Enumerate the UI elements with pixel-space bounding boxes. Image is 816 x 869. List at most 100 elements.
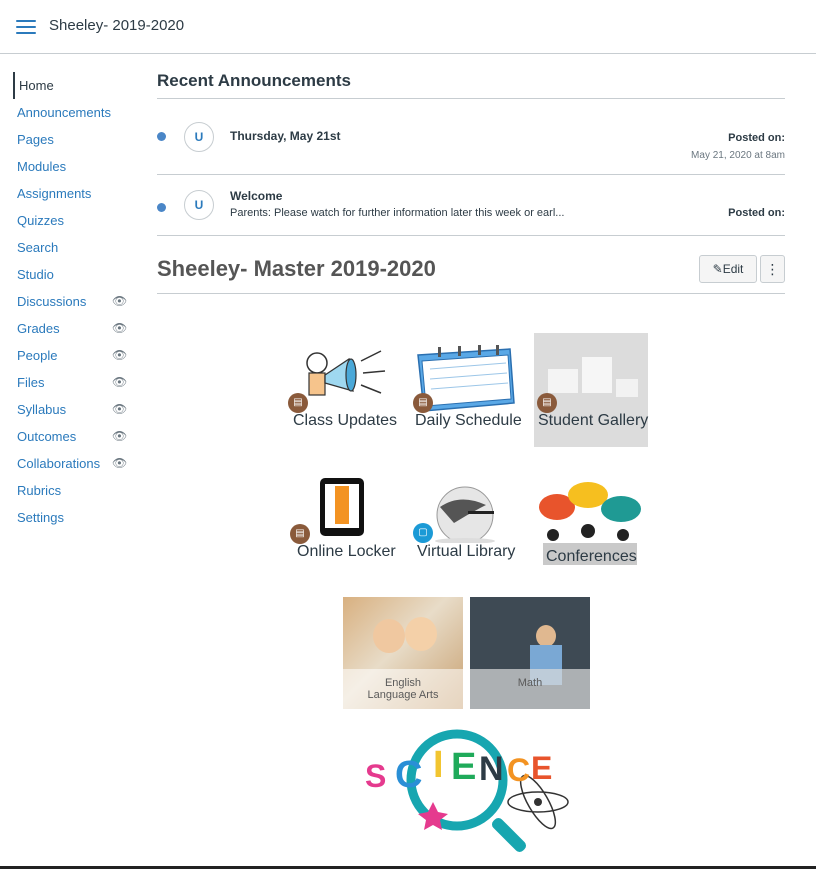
document-icon: ▤ [413,393,433,413]
math-tile[interactable]: Math [470,597,590,709]
nav-item-label: People [17,348,58,363]
nav-item-studio[interactable]: Studio [0,261,140,288]
nav-item-discussions[interactable]: Discussions 👁 [0,288,140,315]
nav-item-label: Syllabus [17,402,67,417]
document-icon: ▤ [288,393,308,413]
hidden-eye-icon: 👁 [112,375,128,389]
nav-item-grades[interactable]: Grades 👁 [0,315,140,342]
document-icon: ▢ [413,523,433,543]
nav-item-collaborations[interactable]: Collaborations 👁 [0,450,140,477]
nav-item-label: Modules [17,159,67,174]
science-letter: E [451,746,477,788]
gallery-frame [582,357,612,393]
tile-virtual-library[interactable]: ▢ Virtual Library [410,483,524,569]
nav-item-announcements[interactable]: Announcements [0,99,140,126]
gallery-frame [616,379,638,397]
unread-dot-icon [157,203,166,212]
announcement-title[interactable]: Thursday, May 21st [230,129,340,143]
pencil-icon: ✎ [712,262,723,276]
tile-label: Student Gallery [538,412,649,429]
tile-class-updates[interactable]: ▤ Class Updates [287,345,397,435]
tile-student-gallery[interactable]: ▤ Student Gallery [534,333,648,447]
global-header: Sheeley- 2019-2020 [0,0,816,54]
edit-button[interactable]: ✎Edit [699,255,757,283]
nav-item-syllabus[interactable]: Syllabus 👁 [0,396,140,423]
hidden-eye-icon: 👁 [112,294,128,308]
avatar[interactable]: U [184,190,214,220]
tile-online-locker[interactable]: ▤ Online Locker [290,476,400,566]
hidden-eye-icon: 👁 [112,402,128,416]
nav-item-label: Outcomes [17,429,77,444]
nav-item-label: Studio [17,267,54,282]
science-letter: S [365,758,387,794]
student-photo [373,619,405,653]
science-tile[interactable]: S C I E N C E [353,722,583,857]
nav-item-pages[interactable]: Pages [0,126,140,153]
photo-caption: English [384,677,422,689]
caption-overlay [470,669,590,709]
tile-label: Virtual Library [417,543,516,560]
nav-item-outcomes[interactable]: Outcomes 👁 [0,423,140,450]
avatar[interactable]: U [184,122,214,152]
announcement-item[interactable]: U Thursday, May 21st Posted on: May 21, … [157,99,785,175]
course-title[interactable]: Sheeley- 2019-2020 [49,17,184,34]
nav-item-files[interactable]: Files 👁 [0,369,140,396]
nav-item-label: Discussions [17,294,87,309]
page-title: Sheeley- Master 2019-2020 [157,256,436,281]
unread-dot-icon [157,132,166,141]
tile-label: Daily Schedule [415,412,522,429]
announcement-message: Parents: Please watch for further inform… [230,207,565,219]
science-letter: C [507,752,531,788]
nav-item-label: Search [17,240,59,255]
tile-daily-schedule[interactable]: ▤ Daily Schedule [410,345,522,435]
kebab-icon: ⋮ [765,261,780,277]
nav-item-label: Grades [17,321,60,336]
main-content: Recent Announcements U Thursday, May 21s… [157,60,785,294]
gallery-frame [548,369,578,393]
announcement-title[interactable]: Welcome [230,189,282,203]
english-language-arts-tile[interactable]: English Language Arts [343,597,463,709]
recent-announcements-heading: Recent Announcements [157,60,785,99]
posted-date: May 21, 2020 at 8am [691,150,785,161]
science-letter: I [433,744,444,786]
nav-item-home[interactable]: Home [13,72,140,99]
nav-item-label: Settings [17,510,64,525]
nav-item-label: Home [19,78,54,93]
nav-item-quizzes[interactable]: Quizzes [0,207,140,234]
nav-item-label: Announcements [17,105,111,120]
photo-caption: Math [517,677,543,689]
menu-icon[interactable] [16,20,36,34]
tile-conferences[interactable]: Conferences [535,481,645,567]
edit-label: Edit [722,262,744,276]
hidden-eye-icon: 👁 [112,348,128,362]
posted-label: Posted on: [728,207,785,219]
nav-item-people[interactable]: People 👁 [0,342,140,369]
nav-item-assignments[interactable]: Assignments [0,180,140,207]
hidden-eye-icon: 👁 [112,456,128,470]
announcement-item[interactable]: U Welcome Parents: Please watch for furt… [157,175,785,236]
science-graphic [406,729,569,853]
document-icon: ▤ [537,393,557,413]
hidden-eye-icon: 👁 [112,321,128,335]
nav-item-search[interactable]: Search [0,234,140,261]
student-photo [405,617,437,651]
hidden-eye-icon: 👁 [112,429,128,443]
page-header: Sheeley- Master 2019-2020 ✎Edit ⋮ [157,236,785,294]
more-options-button[interactable]: ⋮ [760,255,785,283]
nav-item-settings[interactable]: Settings [0,504,140,531]
nav-item-label: Rubrics [17,483,62,498]
nav-item-rubrics[interactable]: Rubrics [0,477,140,504]
posted-label: Posted on: [728,132,785,144]
tile-label: Online Locker [297,543,396,560]
course-nav: Home Announcements Pages Modules Assignm… [0,72,140,531]
nav-item-label: Pages [17,132,54,147]
nav-item-modules[interactable]: Modules [0,153,140,180]
tile-label: Conferences [546,548,637,565]
science-letter: E [531,750,553,786]
document-icon: ▤ [290,524,310,544]
nav-item-label: Assignments [17,186,92,201]
science-letter: C [395,754,423,796]
student-photo [536,625,556,647]
nav-item-label: Collaborations [17,456,101,471]
photo-caption: Language Arts [367,689,439,701]
